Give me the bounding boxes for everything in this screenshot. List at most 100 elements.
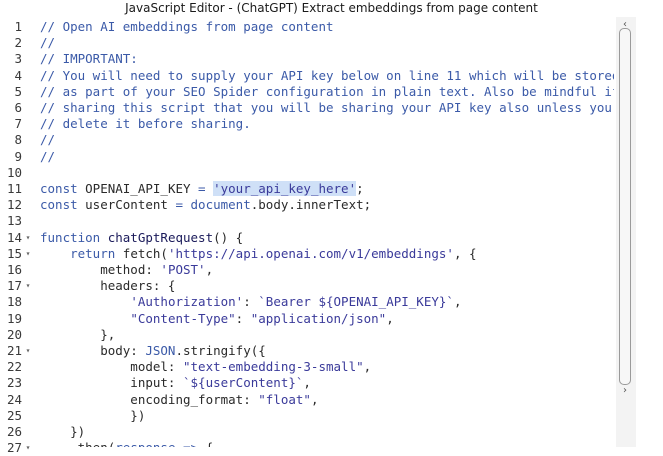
code-line[interactable]: function chatGptRequest() { [40, 230, 243, 246]
code-token: const [40, 181, 86, 196]
code-token: // as part of your SEO Spider configurat… [40, 83, 614, 99]
code-token: : [243, 294, 259, 310]
code-token: , [386, 310, 394, 326]
line-number: 10 [6, 164, 22, 180]
code-line[interactable]: method: 'POST', [40, 262, 213, 278]
scroll-down-arrow-icon[interactable]: › [620, 386, 630, 396]
scroll-thumb[interactable] [619, 28, 631, 385]
code-line[interactable]: 'Authorization': `Bearer ${OPENAI_API_KE… [40, 294, 461, 310]
line-number: 16 [6, 262, 22, 277]
code-token: .body.innerText; [250, 197, 372, 213]
line-number: 9 [14, 148, 22, 164]
line-number: 18 [6, 294, 22, 310]
fold-toggle-icon[interactable]: ▾ [23, 230, 33, 246]
code-token: // [40, 35, 56, 51]
code-line[interactable]: "Content-Type": "application/json", [40, 310, 394, 327]
code-token: 'https://api.openai.com/v1/embeddings' [167, 245, 454, 261]
code-line[interactable]: // sharing this script that you will be … [40, 100, 612, 116]
code-token: ; [356, 181, 364, 196]
fold-toggle-icon[interactable]: ▾ [23, 278, 33, 294]
code-token: .stringify({ [175, 343, 266, 358]
line-number: 4 [14, 67, 22, 83]
code-line[interactable]: .then(response => { [40, 440, 213, 447]
code-line[interactable]: body: JSON.stringify({ [40, 343, 266, 359]
code-token: }, [40, 326, 116, 342]
fold-toggle-icon[interactable]: ▾ [23, 440, 33, 456]
line-number: 27 [6, 440, 22, 456]
code-token: const [40, 197, 86, 213]
code-line[interactable]: // Open AI embeddings from page content [40, 19, 334, 35]
code-token: , [205, 262, 214, 277]
code-token: 'POST' [160, 262, 206, 277]
code-line[interactable]: model: "text-embedding-3-small", [40, 359, 371, 375]
line-number: 8 [14, 132, 22, 148]
code-token: 'your_api_key_here' [213, 181, 357, 196]
line-number: 24 [6, 391, 22, 407]
code-token: // IMPORTANT: [40, 51, 138, 67]
line-number: 11 [6, 181, 22, 196]
code-token: , { [453, 245, 477, 261]
line-number: 21 [6, 343, 22, 358]
code-line[interactable]: input: `${userContent}`, [40, 375, 311, 391]
code-token: return [70, 245, 123, 261]
code-line[interactable]: }) [40, 408, 145, 424]
code-token: document [190, 197, 251, 213]
window-title: JavaScript Editor - (ChatGPT) Extract em… [0, 0, 663, 17]
code-token: // [40, 132, 56, 148]
code-token: "application/json" [250, 310, 387, 326]
code-token: { [206, 440, 214, 447]
code-token: userContent [85, 197, 176, 213]
code-token: headers: { [40, 278, 176, 294]
fold-toggle-icon[interactable]: ▾ [23, 246, 33, 262]
line-number: 14 [6, 229, 22, 245]
line-number: 12 [6, 197, 22, 213]
code-token: () { [213, 229, 244, 245]
code-token: chatGptRequest [107, 229, 214, 245]
line-number: 15 [6, 245, 22, 261]
code-token: `Bearer ${OPENAI_API_KEY}` [258, 294, 454, 310]
code-token: // You will need to supply your API key … [40, 67, 614, 83]
line-number: 22 [6, 359, 22, 375]
code-line[interactable]: // [40, 149, 55, 165]
code-line[interactable]: // delete it before sharing. [40, 116, 251, 132]
code-token: function [40, 229, 108, 245]
code-line[interactable]: const userContent = document.body.innerT… [40, 197, 371, 213]
code-token: // Open AI embeddings from page content [40, 19, 334, 34]
code-line[interactable]: const OPENAI_API_KEY = 'your_api_key_her… [40, 181, 364, 197]
code-token: 'Authorization' [130, 294, 244, 310]
line-number: 23 [6, 375, 22, 391]
line-number: 13 [6, 213, 22, 229]
line-number-gutter: 1 2 3 4 5 6 7 8 9 10 11 12 13 14 ▾ 15 ▾ 16 17 ▾ 18 19 20 21 ▾ 22 2… [0, 17, 34, 455]
code-token: }) [40, 407, 146, 423]
code-token: }) [40, 424, 86, 439]
code-line[interactable]: // [40, 132, 55, 148]
code-line[interactable]: }, [40, 327, 115, 343]
code-line[interactable]: return fetch('https://api.openai.com/v1/… [40, 245, 477, 262]
code-line[interactable]: encoding_format: "float", [40, 392, 318, 408]
code-token: JSON [145, 343, 176, 358]
code-token: method: [40, 262, 161, 277]
code-editor[interactable]: // Open AI embeddings from page content /… [34, 17, 614, 447]
code-line[interactable]: headers: { [40, 278, 175, 294]
code-token: encoding_format: [40, 391, 259, 407]
code-line[interactable]: // You will need to supply your API key … [40, 68, 614, 84]
code-line[interactable]: // [40, 35, 55, 51]
code-token: fetch( [122, 245, 168, 261]
line-number: 3 [14, 51, 22, 67]
code-token: input: [40, 375, 183, 391]
code-line[interactable]: // IMPORTANT: [40, 51, 138, 67]
code-token: model: [40, 359, 183, 375]
line-number: 5 [14, 83, 22, 99]
code-token: // delete it before sharing. [40, 116, 251, 132]
code-token: OPENAI_API_KEY [85, 181, 199, 196]
code-line[interactable]: // as part of your SEO Spider configurat… [40, 84, 614, 100]
code-line[interactable]: }) [40, 424, 85, 440]
code-token: `${userContent}` [183, 375, 304, 391]
code-token: .then( [40, 440, 115, 447]
code-token: , [310, 391, 319, 407]
code-token: = [175, 197, 191, 213]
code-token: response [115, 440, 183, 447]
fold-toggle-icon[interactable]: ▾ [23, 343, 33, 359]
